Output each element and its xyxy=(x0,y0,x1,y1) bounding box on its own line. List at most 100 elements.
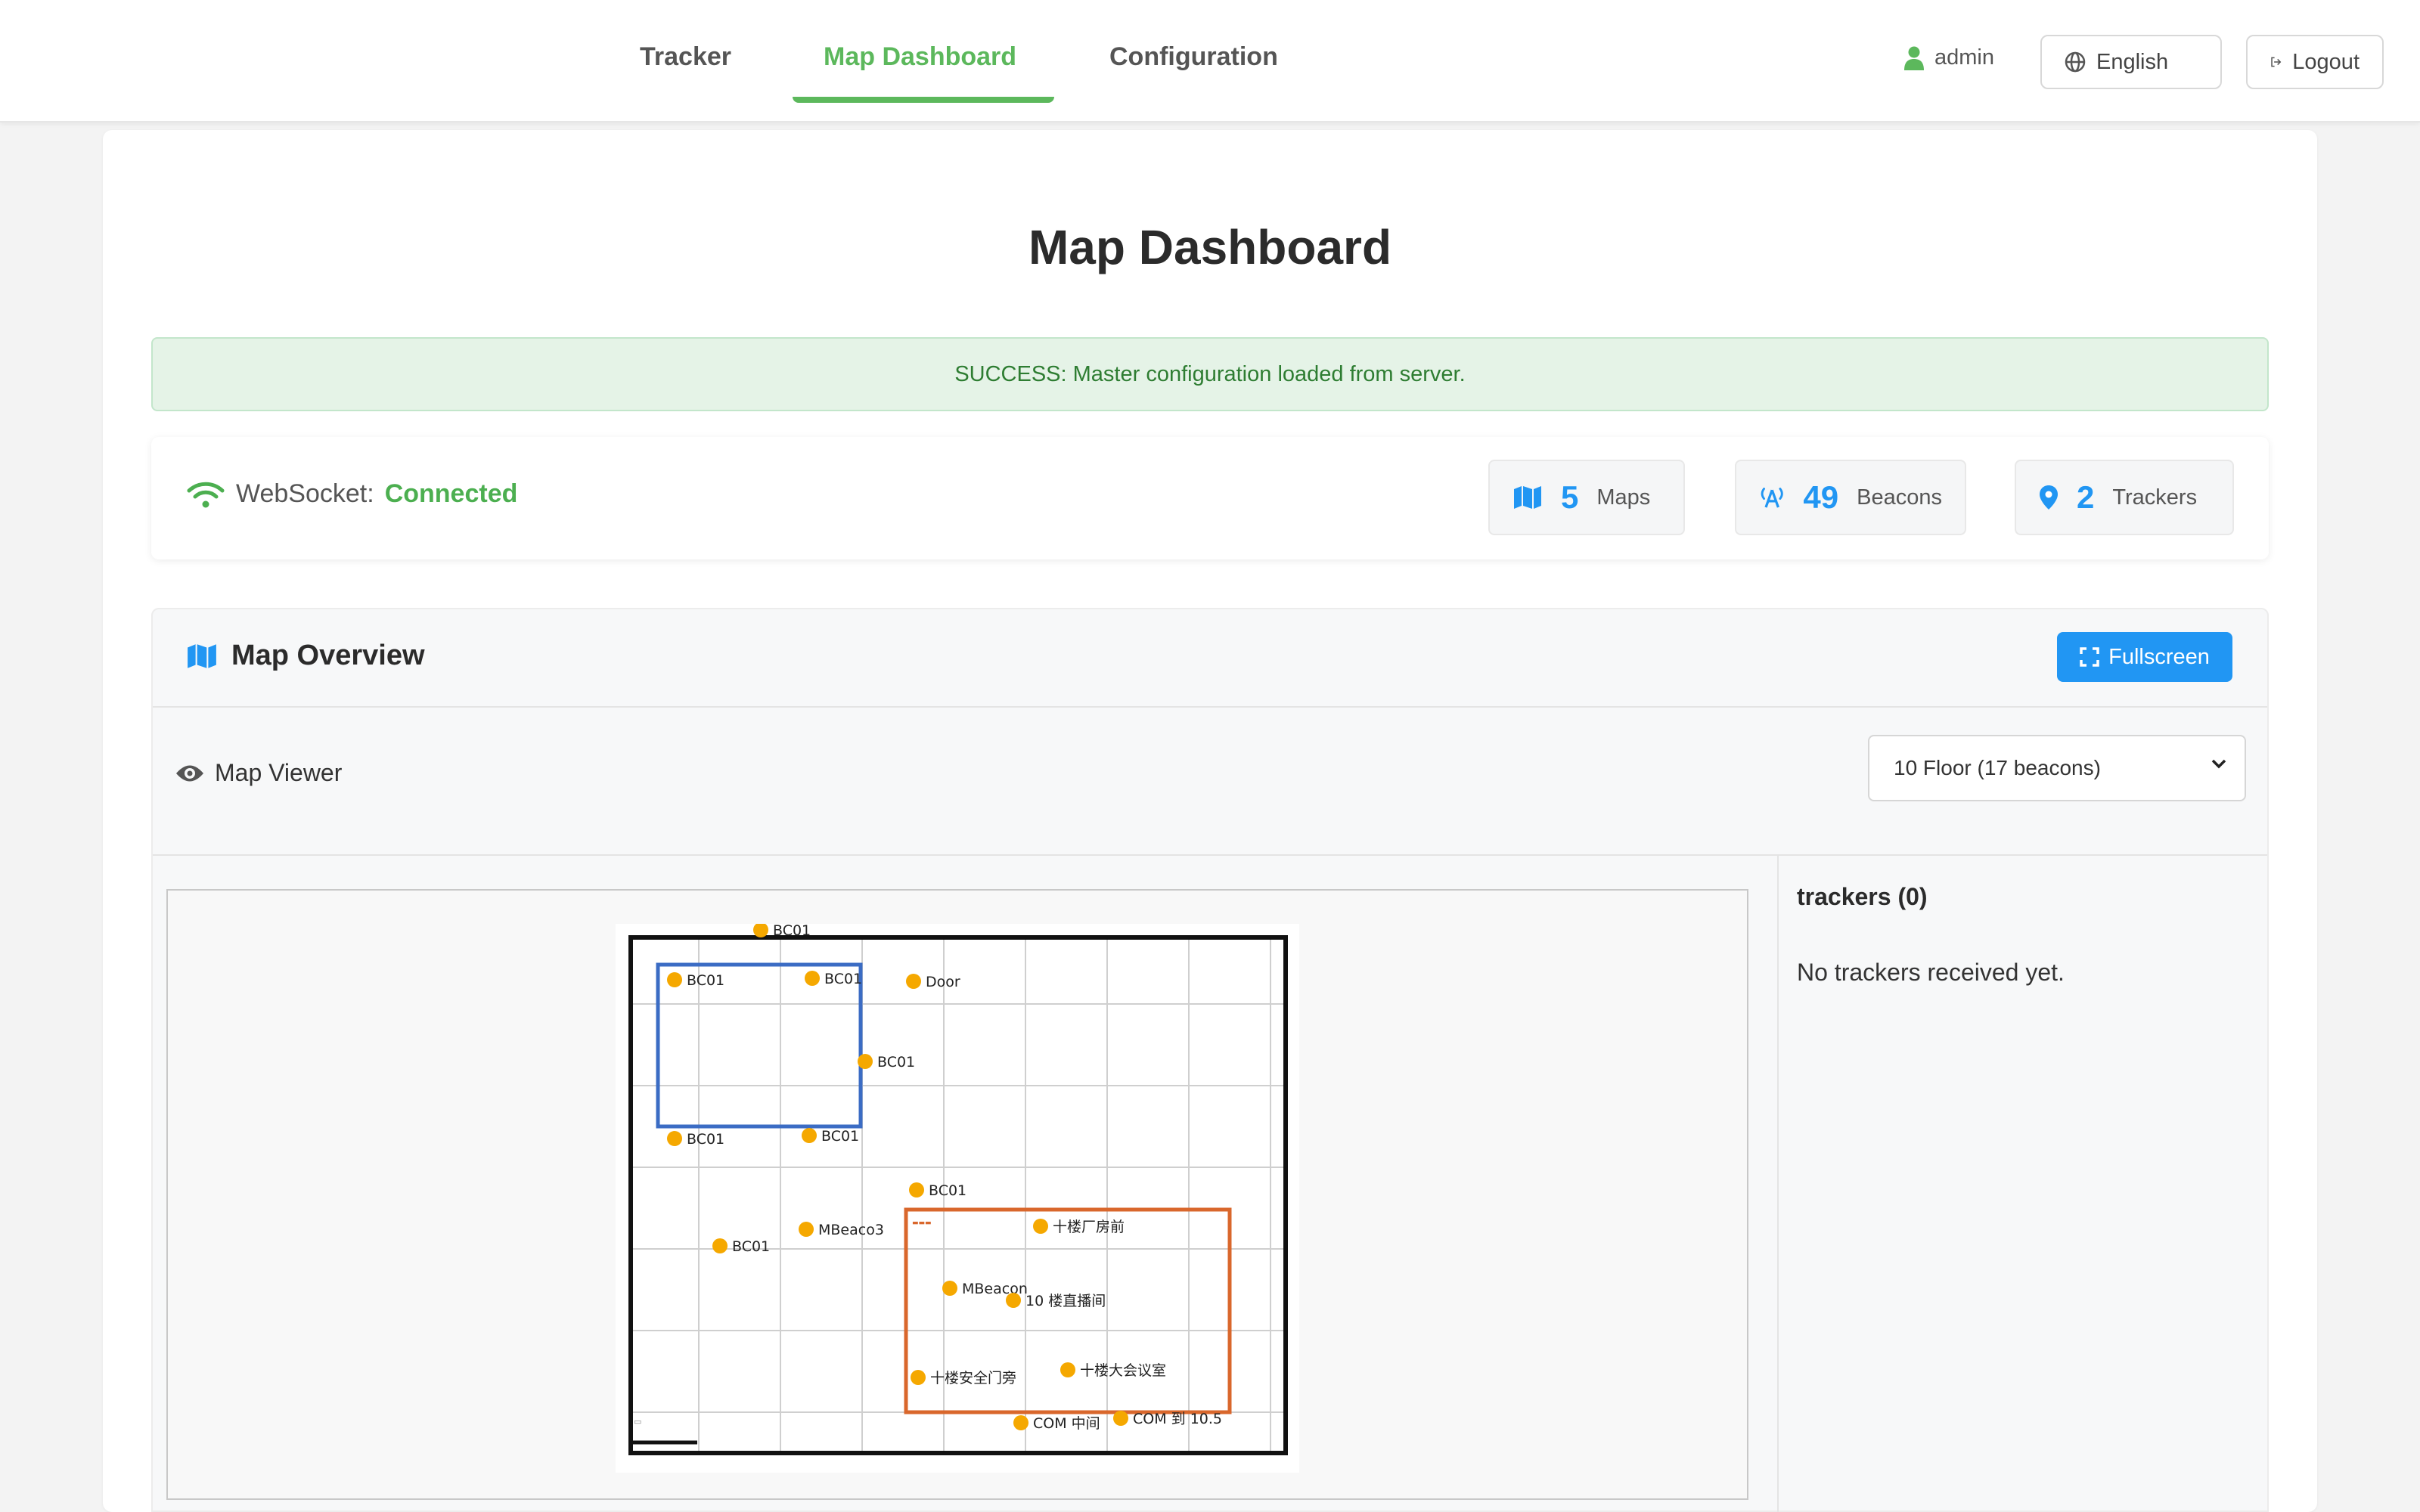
beacon-marker[interactable]: BC01 xyxy=(858,1054,915,1070)
logout-label: Logout xyxy=(2292,49,2360,74)
map-overview-header: Map Overview Fullscreen xyxy=(153,609,2267,708)
beacon-label: 十楼大会议室 xyxy=(1080,1362,1166,1379)
maps-stat: 5 Maps xyxy=(1488,460,1685,535)
top-navbar: Tracker Map Dashboard Configuration admi… xyxy=(0,0,2420,122)
beacon-label: COM 到 10.5 xyxy=(1133,1411,1222,1427)
map-viewer-label: Map Viewer xyxy=(215,759,343,786)
beacon-marker[interactable]: BC01 xyxy=(802,1128,859,1145)
beacon-marker[interactable]: MBeaco3 xyxy=(799,1222,884,1238)
globe-icon xyxy=(2065,51,2086,73)
success-alert: SUCCESS: Master configuration loaded fro… xyxy=(151,337,2269,411)
trackers-title: trackers (0) xyxy=(1797,883,1928,910)
tab-tracker[interactable]: Tracker xyxy=(640,42,731,72)
beacon-dot xyxy=(906,974,921,989)
beacon-dot xyxy=(1113,1411,1128,1426)
beacon-label: 十楼厂房前 xyxy=(1053,1219,1125,1235)
wifi-icon xyxy=(187,482,225,507)
sign-out-icon xyxy=(2271,57,2282,67)
beacon-dot xyxy=(942,1281,957,1296)
fullscreen-button[interactable]: Fullscreen xyxy=(2057,632,2232,682)
page-title: Map Dashboard xyxy=(1028,220,1392,274)
logout-button[interactable]: Logout xyxy=(2246,35,2384,89)
beacon-marker[interactable]: 十楼大会议室 xyxy=(1060,1362,1166,1379)
beacons-label: Beacons xyxy=(1857,485,1942,510)
beacon-label: BC01 xyxy=(821,1128,859,1145)
map-viewer-heading: Map Viewer xyxy=(175,759,342,787)
beacons-stat: 49 Beacons xyxy=(1735,460,1966,535)
beacon-marker[interactable]: 十楼厂房前 xyxy=(1033,1219,1125,1235)
beacon-dot xyxy=(799,1222,814,1237)
username: admin xyxy=(1934,45,1994,70)
beacon-marker[interactable]: BC01 xyxy=(712,1238,770,1255)
beacon-dot xyxy=(909,1182,924,1198)
beacon-marker[interactable]: BC01 xyxy=(753,922,811,939)
floor-select-value: 10 Floor (17 beacons) xyxy=(1894,756,2101,779)
trackers-panel: trackers (0) No trackers received yet. xyxy=(1777,856,2270,1512)
beacon-marker[interactable]: BC01 xyxy=(909,1182,966,1199)
zone-blue xyxy=(656,962,863,1129)
beacon-label: BC01 xyxy=(824,971,862,987)
maps-label: Maps xyxy=(1596,485,1651,510)
trackers-label: Trackers xyxy=(2112,485,2198,510)
beacons-count: 49 xyxy=(1803,479,1839,515)
eye-icon xyxy=(176,765,203,781)
beacon-label: BC01 xyxy=(877,1054,915,1070)
beacon-dot xyxy=(911,1370,926,1385)
trackers-stat: 2 Trackers xyxy=(2015,460,2234,535)
chevron-down-icon xyxy=(2211,759,2226,769)
beacon-label: Door xyxy=(926,974,960,990)
beacon-label: 10 楼直播间 xyxy=(1025,1293,1106,1309)
websocket-label: WebSocket: xyxy=(236,479,374,508)
beacon-marker[interactable]: BC01 xyxy=(805,971,862,987)
beacon-dot xyxy=(858,1054,873,1069)
beacon-dot xyxy=(1013,1415,1028,1430)
beacon-marker[interactable]: COM 中间 xyxy=(1013,1415,1100,1432)
trackers-count: 2 xyxy=(2077,479,2095,515)
beacon-dot xyxy=(1006,1293,1021,1308)
map-icon xyxy=(188,643,216,668)
beacon-dot xyxy=(667,972,682,987)
beacon-label: BC01 xyxy=(687,972,724,989)
map-canvas[interactable]: ▭ ▬▬▬ BC01 BC01 BC01 Door BC01 BC01 BC01 BC01 MB… xyxy=(166,889,1748,1500)
beacon-dot xyxy=(712,1238,728,1253)
broadcast-tower-icon xyxy=(1761,488,1783,508)
beacon-label: BC01 xyxy=(773,924,811,939)
beacon-label: MBeaco3 xyxy=(818,1222,884,1238)
beacon-dot xyxy=(1060,1362,1075,1377)
status-bar: WebSocket: Connected 5 Maps 49 Beacons 2… xyxy=(151,437,2269,559)
map-overview-panel: Map Overview Fullscreen Map Viewer 10 Fl… xyxy=(151,608,2269,1512)
svg-text:▬▬▬: ▬▬▬ xyxy=(912,1219,932,1227)
tab-configuration[interactable]: Configuration xyxy=(1109,42,1278,72)
beacon-dot xyxy=(805,971,820,986)
floor-plan-svg: ▭ ▬▬▬ BC01 BC01 BC01 Door BC01 BC01 BC01 BC01 MB… xyxy=(628,922,1288,1455)
map-icon xyxy=(1514,486,1541,509)
beacon-label: COM 中间 xyxy=(1033,1415,1100,1432)
map-overview-label: Map Overview xyxy=(231,640,425,671)
map-marker-icon xyxy=(2040,485,2058,510)
maps-count: 5 xyxy=(1561,479,1579,515)
beacon-dot xyxy=(802,1128,817,1143)
map-viewer-row: Map Viewer 10 Floor (17 beacons) xyxy=(153,709,2267,856)
beacon-label: BC01 xyxy=(929,1182,966,1199)
language-button[interactable]: English xyxy=(2040,35,2222,89)
beacon-marker[interactable]: BC01 xyxy=(667,972,724,989)
beacon-marker[interactable]: Door xyxy=(906,974,960,990)
tab-map-dashboard[interactable]: Map Dashboard xyxy=(824,42,1016,72)
beacon-dot xyxy=(1033,1219,1048,1234)
svg-text:▭: ▭ xyxy=(634,1417,641,1427)
map-overview-title: Map Overview xyxy=(186,640,425,672)
language-label: English xyxy=(2096,49,2169,74)
beacon-label: 十楼安全门旁 xyxy=(930,1370,1016,1387)
floor-plan-image: ▭ ▬▬▬ BC01 BC01 BC01 Door BC01 BC01 BC01 BC01 MB… xyxy=(616,922,1299,1473)
fullscreen-label: Fullscreen xyxy=(2108,644,2210,669)
beacon-marker[interactable]: 十楼安全门旁 xyxy=(911,1370,1016,1387)
active-tab-indicator xyxy=(793,97,1054,103)
websocket-state: Connected xyxy=(384,479,518,508)
floor-select[interactable]: 10 Floor (17 beacons) xyxy=(1868,735,2246,801)
websocket-status: WebSocket: Connected xyxy=(186,479,517,509)
beacon-label: BC01 xyxy=(732,1238,770,1255)
beacon-marker[interactable]: BC01 xyxy=(667,1131,724,1148)
expand-icon xyxy=(2080,647,2099,667)
beacon-label: BC01 xyxy=(687,1131,724,1148)
beacon-dot xyxy=(667,1131,682,1146)
